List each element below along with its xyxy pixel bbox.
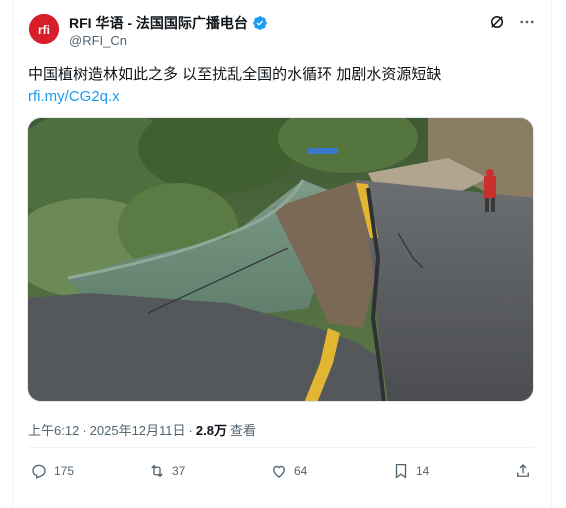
share-icon — [517, 464, 529, 477]
retweet-count: 37 — [172, 464, 186, 478]
views-count: 2.8万 — [195, 423, 227, 438]
action-bar: 175 37 64 14 — [28, 462, 534, 486]
tweet-text: 中国植树造林如此之多 以至扰乱全国的水循环 加剧水资源短缺 — [28, 66, 442, 83]
more-options-icon[interactable] — [518, 13, 536, 31]
handle[interactable]: @RFI_Cn — [69, 33, 127, 48]
meta-separator: · — [82, 423, 87, 438]
heart-icon — [273, 465, 285, 478]
retweet-icon — [151, 464, 163, 478]
verified-badge-icon — [253, 16, 267, 30]
collapsed-road-photo — [28, 118, 533, 401]
avatar-logo-text: rfi — [38, 23, 50, 37]
reply-count: 175 — [54, 464, 75, 478]
tweet-image[interactable] — [27, 117, 534, 402]
retweet-button[interactable]: 37 — [148, 462, 185, 480]
author-name-row[interactable]: RFI 华语 - 法国国际广播电台 — [69, 13, 268, 33]
tweet-link[interactable]: rfi.my/CG2q.x — [28, 86, 120, 108]
bookmark-button[interactable]: 14 — [392, 462, 429, 480]
tweet-meta: 上午6:12 · 2025年12月11日 · 2.8万 查看 — [28, 420, 256, 439]
post-date[interactable]: 2025年12月11日 — [90, 420, 186, 439]
bookmark-icon — [395, 463, 407, 479]
display-name[interactable]: RFI 华语 - 法国国际广播电台 — [69, 13, 248, 33]
grok-icon[interactable] — [488, 13, 506, 31]
post-time[interactable]: 上午6:12 — [28, 420, 79, 439]
reply-icon — [32, 464, 46, 479]
like-button[interactable]: 64 — [270, 462, 307, 480]
like-count: 64 — [294, 464, 308, 478]
meta-separator: · — [188, 423, 193, 438]
divider — [28, 447, 534, 448]
top-actions — [488, 13, 536, 31]
views-label: 查看 — [229, 423, 256, 438]
bookmark-count: 14 — [416, 464, 430, 478]
share-button[interactable] — [514, 462, 532, 480]
rfi-logo-icon: rfi — [29, 14, 59, 44]
avatar[interactable]: rfi — [29, 14, 59, 44]
reply-button[interactable]: 175 — [30, 462, 74, 480]
